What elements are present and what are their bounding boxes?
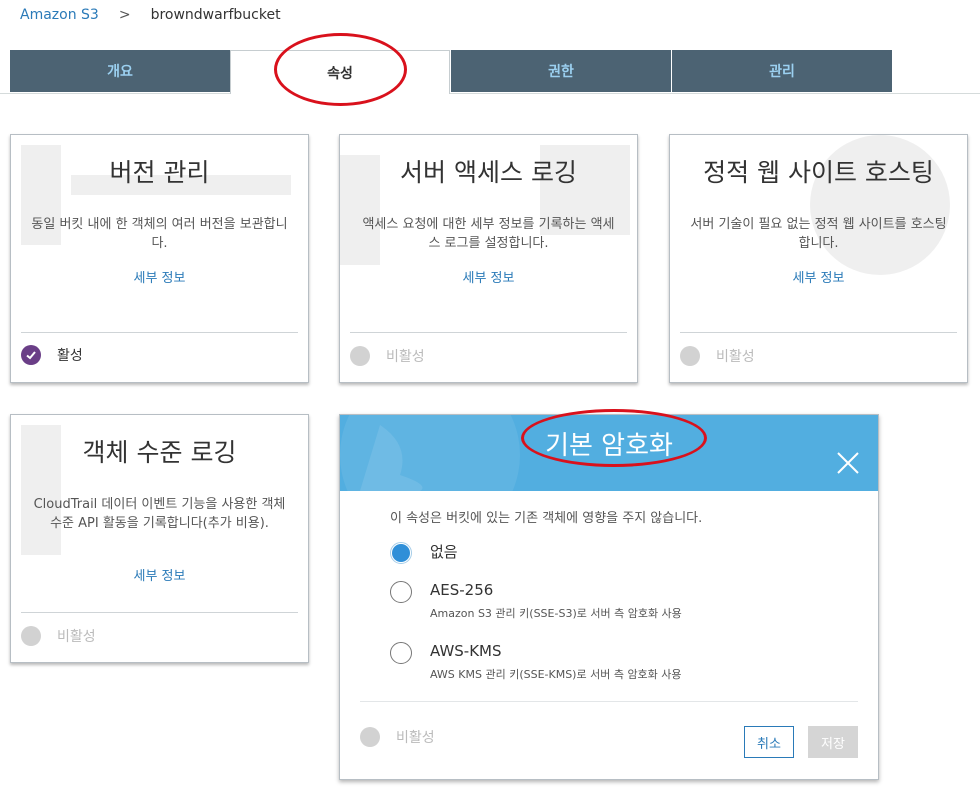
status-indicator: 활성 [21,345,83,365]
close-icon[interactable] [836,451,860,475]
status-dot [680,346,700,366]
tab-bar: 개요 속성 권한 관리 [0,50,980,94]
details-link[interactable]: 세부 정보 [340,267,637,286]
card-title: 버전 관리 [109,158,210,187]
option-label: AWS-KMS [430,642,502,660]
cancel-button[interactable]: 취소 [744,726,794,758]
option-sublabel: Amazon S3 관리 키(SSE-S3)로 서버 측 암호화 사용 [430,607,682,620]
status-text: 비활성 [716,349,755,365]
card-title: 정적 웹 사이트 호스팅 [703,158,934,187]
option-aws-kms[interactable]: AWS-KMS AWS KMS 관리 키(SSE-KMS)로 서버 측 암호화 … [390,642,682,682]
option-label: 없음 [430,543,458,561]
option-none[interactable]: 없음 [390,541,458,564]
breadcrumb: Amazon S3 > browndwarfbucket [20,4,281,26]
tab-properties-label: 속성 [327,65,353,82]
card-divider [350,332,627,333]
card-server-access-logging[interactable]: 서버 액세스 로깅 액세스 요청에 대한 세부 정보를 기록하는 액세스 로그를… [339,134,638,383]
tab-permissions-label: 권한 [548,64,574,80]
status-text: 비활성 [57,629,96,645]
tab-overview[interactable]: 개요 [10,50,230,92]
details-link[interactable]: 세부 정보 [670,267,967,286]
default-encryption-panel: 기본 암호화 이 속성은 버킷에 있는 기존 객체에 영향을 주지 않습니다. … [339,414,879,780]
panel-title: 기본 암호화 [545,431,673,461]
tab-management-label: 관리 [769,64,795,80]
option-aes-256[interactable]: AES-256 Amazon S3 관리 키(SSE-S3)로 서버 측 암호화… [390,581,682,621]
card-divider [680,332,957,333]
status-text: 비활성 [386,349,425,365]
panel-header: 기본 암호화 [340,415,878,491]
card-static-website-hosting[interactable]: 정적 웹 사이트 호스팅 서버 기술이 필요 없는 정적 웹 사이트를 호스팅합… [669,134,968,383]
option-sublabel: AWS KMS 관리 키(SSE-KMS)로 서버 측 암호화 사용 [430,668,682,681]
tab-management[interactable]: 관리 [672,50,892,92]
card-description: 액세스 요청에 대한 세부 정보를 기록하는 액세스 로그를 설정합니다. [362,217,615,251]
card-title: 서버 액세스 로깅 [400,158,577,187]
status-dot [360,727,380,747]
status-indicator: 비활성 [360,727,435,747]
tab-overview-label: 개요 [107,64,133,80]
card-description: 동일 버킷 내에 한 객체의 여러 버전을 보관합니다. [31,217,288,251]
tab-properties[interactable]: 속성 [230,50,450,94]
breadcrumb-current: browndwarfbucket [150,7,281,23]
check-icon [21,345,41,365]
breadcrumb-root-link[interactable]: Amazon S3 [20,7,99,23]
card-title: 객체 수준 로깅 [82,438,237,467]
panel-note: 이 속성은 버킷에 있는 기존 객체에 영향을 주지 않습니다. [390,511,703,526]
option-label: AES-256 [430,581,494,599]
status-text: 활성 [57,348,83,364]
breadcrumb-separator: > [118,7,131,23]
radio-none[interactable] [390,542,412,564]
status-indicator: 비활성 [350,346,425,366]
details-link[interactable]: 세부 정보 [11,267,308,286]
panel-divider [360,701,858,702]
status-dot [350,346,370,366]
card-object-level-logging[interactable]: 객체 수준 로깅 CloudTrail 데이터 이벤트 기능을 사용한 객체 수… [10,414,309,663]
card-divider [21,612,298,613]
status-indicator: 비활성 [680,346,755,366]
radio-aes-256[interactable] [390,581,412,603]
save-button[interactable]: 저장 [808,726,858,758]
card-divider [21,332,298,333]
details-link[interactable]: 세부 정보 [11,565,308,584]
card-versioning[interactable]: 버전 관리 동일 버킷 내에 한 객체의 여러 버전을 보관합니다. 세부 정보… [10,134,309,383]
status-indicator: 비활성 [21,626,96,646]
card-description: CloudTrail 데이터 이벤트 기능을 사용한 객체 수준 API 활동을… [33,497,286,531]
radio-aws-kms[interactable] [390,642,412,664]
tab-permissions[interactable]: 권한 [451,50,671,92]
status-text: 비활성 [396,730,435,746]
status-dot [21,626,41,646]
card-description: 서버 기술이 필요 없는 정적 웹 사이트를 호스팅합니다. [690,217,947,251]
